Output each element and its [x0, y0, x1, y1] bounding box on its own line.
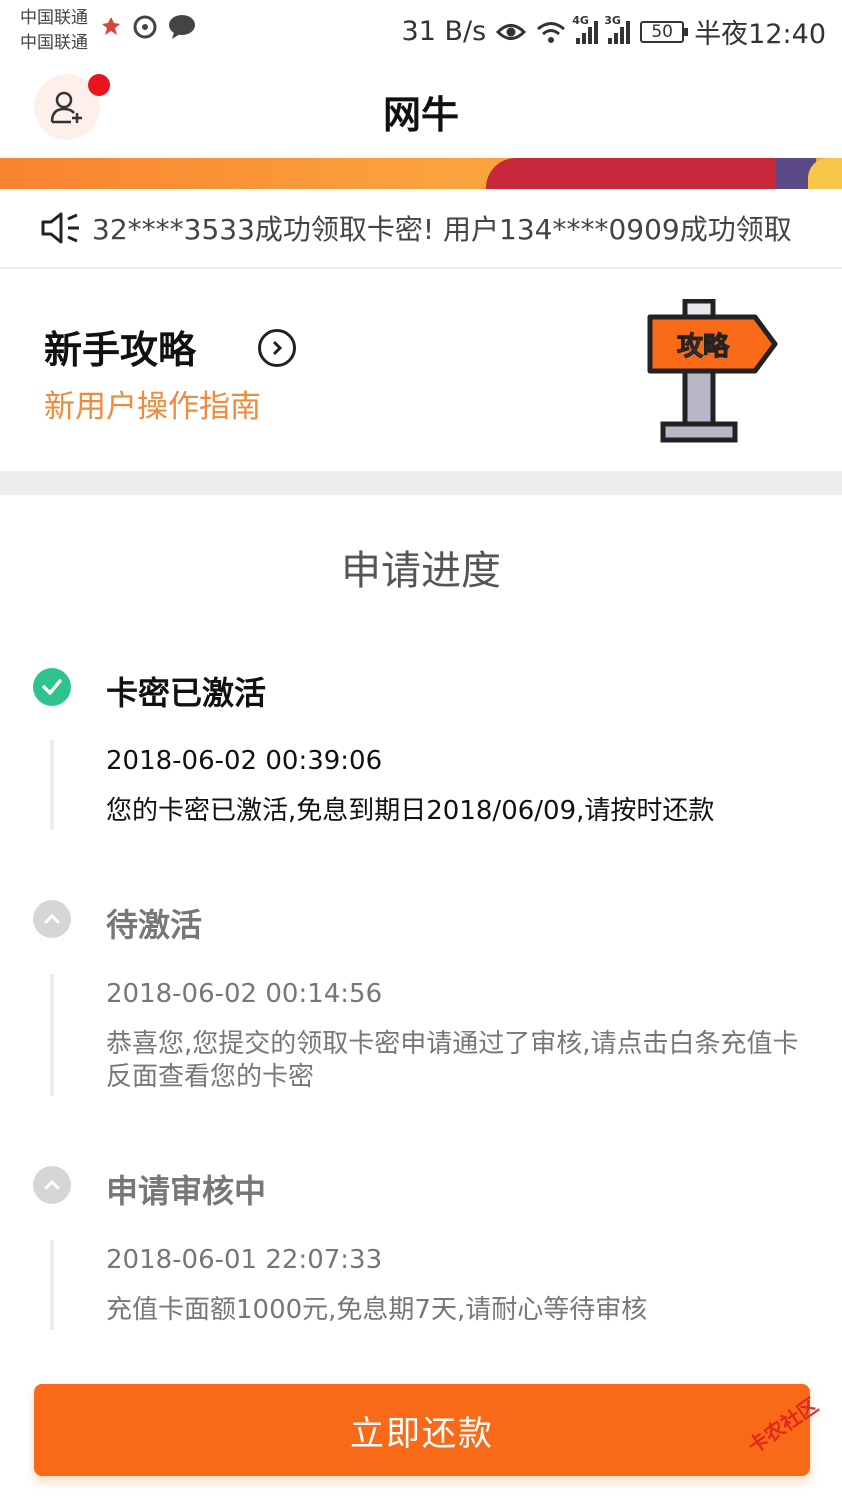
- check-icon: [33, 668, 71, 706]
- promo-banner[interactable]: [0, 158, 842, 189]
- carrier-1: 中国联通: [20, 8, 88, 28]
- step-title-activated: 卡密已激活: [106, 674, 267, 712]
- step-time-pending: 2018-06-02 00:14:56: [106, 979, 383, 1009]
- step-title-pending: 待激活: [106, 906, 203, 944]
- clock: 半夜12:40: [694, 19, 826, 50]
- timeline-line: [50, 1240, 54, 1330]
- step-desc-activated: 您的卡密已激活,免息到期日2018/06/09,请按时还款: [106, 796, 715, 826]
- chevron-up-icon: [33, 1166, 71, 1204]
- status-right: 31 B/s 4G 3G 50 半夜12:40: [402, 12, 826, 51]
- signal-4g-icon: 4G: [572, 14, 599, 44]
- chevron-up-icon: [33, 900, 71, 938]
- notice-bar: 32****3533成功领取卡密! 用户134****0909成功领取: [0, 189, 842, 269]
- app-header: 网牛: [0, 62, 842, 158]
- step-desc-pending: 恭喜您,您提交的领取卡密申请通过了审核,请点击白条充值卡反面查看您的卡密: [106, 1029, 799, 1092]
- eye-icon: [496, 23, 527, 40]
- chat-bubble-icon: [169, 15, 195, 39]
- wifi-icon: [537, 21, 566, 43]
- section-divider: [0, 471, 842, 495]
- step-time-reviewing: 2018-06-01 22:07:33: [106, 1245, 383, 1275]
- chevron-right-icon[interactable]: [258, 329, 296, 367]
- beginner-guide-card[interactable]: 新手攻略 新用户操作指南 攻略: [0, 271, 842, 471]
- step-time-activated: 2018-06-02 00:39:06: [106, 746, 383, 776]
- carrier-2: 中国联通: [20, 33, 88, 53]
- timeline-line: [50, 740, 54, 830]
- signal-3g-label: 3G: [604, 13, 621, 27]
- progress-title: 申请进度: [341, 548, 501, 594]
- guide-title: 新手攻略: [44, 328, 197, 372]
- guide-subtitle: 新用户操作指南: [44, 389, 261, 425]
- carrier-labels: 中国联通 中国联通: [20, 6, 88, 56]
- sign-text: 攻略: [677, 331, 730, 362]
- step-desc-reviewing: 充值卡面额1000元,免息期7天,请耐心等待审核: [106, 1295, 648, 1325]
- signal-3g-icon: 3G: [604, 14, 631, 44]
- notice-text: 32****3533成功领取卡密! 用户134****0909成功领取: [92, 213, 792, 246]
- timeline-line: [50, 974, 54, 1096]
- step-title-reviewing: 申请审核中: [106, 1172, 267, 1210]
- app-notification-icon: [102, 17, 120, 35]
- network-speed: 31 B/s: [401, 16, 487, 47]
- page-title: 网牛: [382, 93, 459, 137]
- banner-shape-red: [486, 158, 786, 189]
- status-app-icons: [100, 14, 196, 40]
- speaker-icon: [41, 212, 79, 244]
- repay-now-button[interactable]: 立即还款: [34, 1384, 810, 1476]
- signpost-icon: 攻略: [647, 299, 778, 443]
- status-bar: 中国联通 中国联通 31 B/s 4G 3G 50 半夜12:40: [0, 0, 842, 62]
- banner-shape-yellow: [808, 158, 842, 189]
- battery-icon: 50: [640, 20, 689, 43]
- netease-music-icon: [133, 15, 157, 39]
- signal-4g-label: 4G: [572, 13, 589, 27]
